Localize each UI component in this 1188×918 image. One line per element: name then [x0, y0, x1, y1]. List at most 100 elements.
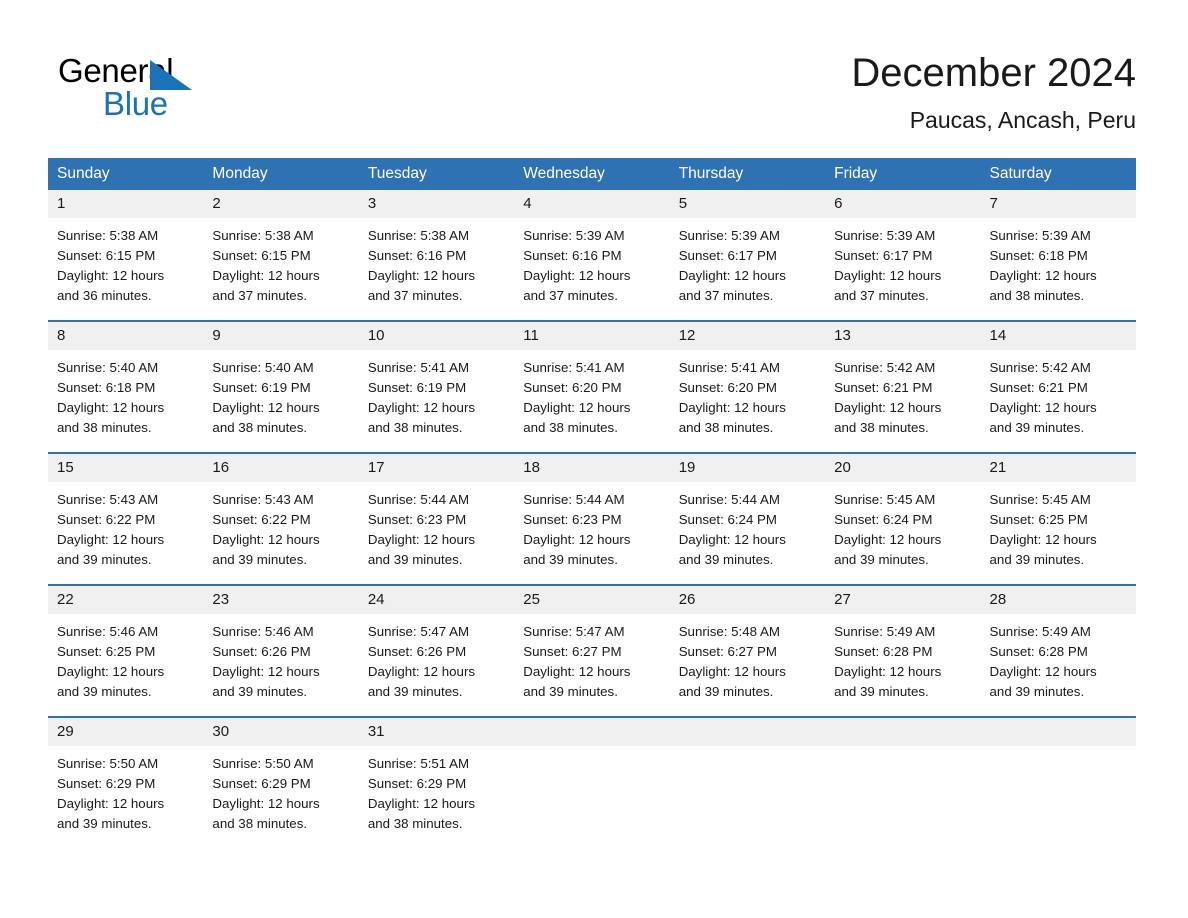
day-number[interactable]: 5 [670, 190, 825, 218]
day-number[interactable]: 25 [514, 586, 669, 614]
day-number[interactable]: 8 [48, 322, 203, 350]
day-number[interactable]: 9 [203, 322, 358, 350]
day-number[interactable]: 12 [670, 322, 825, 350]
daylight-text-line1: Daylight: 12 hours [57, 268, 165, 283]
day-number[interactable]: 11 [514, 322, 669, 350]
day-cell[interactable]: Sunrise: 5:49 AM Sunset: 6:28 PM Dayligh… [981, 614, 1136, 716]
day-cell[interactable]: Sunrise: 5:39 AM Sunset: 6:18 PM Dayligh… [981, 218, 1136, 320]
day-number[interactable]: 4 [514, 190, 669, 218]
day-cell[interactable]: Sunrise: 5:40 AM Sunset: 6:18 PM Dayligh… [48, 350, 203, 452]
sunset-text: Sunset: 6:23 PM [523, 512, 622, 527]
daylight-text-line2: and 39 minutes. [989, 684, 1085, 699]
day-number[interactable]: 18 [514, 454, 669, 482]
day-number[interactable]: 15 [48, 454, 203, 482]
day-number[interactable]: 27 [825, 586, 980, 614]
daylight-text-line1: Daylight: 12 hours [523, 664, 631, 679]
day-number-band: 1 2 3 4 5 6 7 [48, 190, 1136, 218]
daylight-text-line1: Daylight: 12 hours [212, 796, 320, 811]
sunrise-text: Sunrise: 5:50 AM [57, 756, 159, 771]
daylight-text-line2: and 39 minutes. [834, 684, 929, 699]
day-cell[interactable]: Sunrise: 5:40 AM Sunset: 6:19 PM Dayligh… [203, 350, 358, 452]
day-cell[interactable]: Sunrise: 5:43 AM Sunset: 6:22 PM Dayligh… [203, 482, 358, 584]
calendar-grid: Sunday Monday Tuesday Wednesday Thursday… [48, 158, 1136, 848]
day-number[interactable]: 13 [825, 322, 980, 350]
day-number[interactable]: 2 [203, 190, 358, 218]
day-number[interactable]: 16 [203, 454, 358, 482]
day-cell[interactable]: Sunrise: 5:44 AM Sunset: 6:24 PM Dayligh… [670, 482, 825, 584]
day-number[interactable]: 26 [670, 586, 825, 614]
day-number[interactable]: 3 [359, 190, 514, 218]
daylight-text-line1: Daylight: 12 hours [678, 532, 786, 547]
day-cell[interactable]: Sunrise: 5:46 AM Sunset: 6:26 PM Dayligh… [203, 614, 358, 716]
day-cell[interactable]: Sunrise: 5:41 AM Sunset: 6:19 PM Dayligh… [359, 350, 514, 452]
day-cell[interactable]: Sunrise: 5:44 AM Sunset: 6:23 PM Dayligh… [514, 482, 669, 584]
day-cell[interactable]: Sunrise: 5:41 AM Sunset: 6:20 PM Dayligh… [514, 350, 669, 452]
day-number[interactable]: 22 [48, 586, 203, 614]
sunrise-text: Sunrise: 5:40 AM [212, 360, 314, 375]
day-cell[interactable]: Sunrise: 5:45 AM Sunset: 6:25 PM Dayligh… [981, 482, 1136, 584]
day-cell[interactable]: Sunrise: 5:39 AM Sunset: 6:17 PM Dayligh… [825, 218, 980, 320]
day-number[interactable]: 23 [203, 586, 358, 614]
day-number-empty [825, 718, 980, 746]
daylight-text-line2: and 39 minutes. [834, 552, 929, 567]
day-cell[interactable]: Sunrise: 5:47 AM Sunset: 6:26 PM Dayligh… [359, 614, 514, 716]
day-cell[interactable]: Sunrise: 5:44 AM Sunset: 6:23 PM Dayligh… [359, 482, 514, 584]
generalblue-logo[interactable]: General Blue [58, 52, 318, 132]
day-number[interactable]: 29 [48, 718, 203, 746]
sunset-text: Sunset: 6:18 PM [989, 248, 1088, 263]
day-cell[interactable]: Sunrise: 5:41 AM Sunset: 6:20 PM Dayligh… [670, 350, 825, 452]
daylight-text-line2: and 39 minutes. [57, 684, 152, 699]
weekday-header-wednesday: Wednesday [523, 165, 605, 182]
day-cell[interactable]: Sunrise: 5:46 AM Sunset: 6:25 PM Dayligh… [48, 614, 203, 716]
day-cell[interactable]: Sunrise: 5:50 AM Sunset: 6:29 PM Dayligh… [203, 746, 358, 848]
sunset-text: Sunset: 6:24 PM [678, 512, 777, 527]
sunset-text: Sunset: 6:28 PM [834, 644, 933, 659]
day-cell[interactable]: Sunrise: 5:39 AM Sunset: 6:17 PM Dayligh… [670, 218, 825, 320]
sunset-text: Sunset: 6:26 PM [367, 644, 467, 659]
day-number[interactable]: 21 [981, 454, 1136, 482]
day-cell[interactable]: Sunrise: 5:51 AM Sunset: 6:29 PM Dayligh… [359, 746, 514, 848]
daylight-text-line1: Daylight: 12 hours [989, 268, 1097, 283]
day-cell[interactable]: Sunrise: 5:38 AM Sunset: 6:15 PM Dayligh… [203, 218, 358, 320]
daylight-text-line1: Daylight: 12 hours [212, 268, 320, 283]
sunrise-text: Sunrise: 5:51 AM [367, 756, 470, 771]
sunset-text: Sunset: 6:19 PM [212, 380, 311, 395]
sunrise-text: Sunrise: 5:41 AM [367, 360, 470, 375]
sunset-text: Sunset: 6:20 PM [523, 380, 622, 395]
sunrise-text: Sunrise: 5:50 AM [212, 756, 314, 771]
daylight-text-line1: Daylight: 12 hours [367, 268, 476, 283]
day-number[interactable]: 1 [48, 190, 203, 218]
day-cell[interactable]: Sunrise: 5:38 AM Sunset: 6:16 PM Dayligh… [359, 218, 514, 320]
day-cell[interactable]: Sunrise: 5:48 AM Sunset: 6:27 PM Dayligh… [670, 614, 825, 716]
day-number[interactable]: 10 [359, 322, 514, 350]
day-number[interactable]: 20 [825, 454, 980, 482]
day-number[interactable]: 24 [359, 586, 514, 614]
daylight-text-line2: and 37 minutes. [678, 288, 774, 303]
daylight-text-line2: and 38 minutes. [678, 420, 774, 435]
sunset-text: Sunset: 6:16 PM [523, 248, 622, 263]
day-cell-empty [514, 746, 669, 848]
day-number[interactable]: 19 [670, 454, 825, 482]
weekday-header-friday: Friday [834, 165, 878, 182]
day-number[interactable]: 14 [981, 322, 1136, 350]
day-number[interactable]: 28 [981, 586, 1136, 614]
day-cell[interactable]: Sunrise: 5:39 AM Sunset: 6:16 PM Dayligh… [514, 218, 669, 320]
day-cell[interactable]: Sunrise: 5:42 AM Sunset: 6:21 PM Dayligh… [981, 350, 1136, 452]
day-number[interactable]: 7 [981, 190, 1136, 218]
day-cell[interactable]: Sunrise: 5:49 AM Sunset: 6:28 PM Dayligh… [825, 614, 980, 716]
daylight-text-line1: Daylight: 12 hours [57, 664, 165, 679]
day-cell[interactable]: Sunrise: 5:45 AM Sunset: 6:24 PM Dayligh… [825, 482, 980, 584]
day-cell[interactable]: Sunrise: 5:50 AM Sunset: 6:29 PM Dayligh… [48, 746, 203, 848]
day-number[interactable]: 31 [359, 718, 514, 746]
day-number[interactable]: 30 [203, 718, 358, 746]
day-cell[interactable]: Sunrise: 5:47 AM Sunset: 6:27 PM Dayligh… [514, 614, 669, 716]
calendar-week-row: 29 30 31 Sunrise: 5:50 AM Sunset: 6:29 P… [48, 716, 1136, 848]
day-cell[interactable]: Sunrise: 5:43 AM Sunset: 6:22 PM Dayligh… [48, 482, 203, 584]
day-number[interactable]: 6 [825, 190, 980, 218]
sunset-text: Sunset: 6:15 PM [57, 248, 156, 263]
day-cell[interactable]: Sunrise: 5:38 AM Sunset: 6:15 PM Dayligh… [48, 218, 203, 320]
sunrise-text: Sunrise: 5:38 AM [367, 228, 470, 243]
day-number[interactable]: 17 [359, 454, 514, 482]
sunrise-text: Sunrise: 5:42 AM [989, 360, 1091, 375]
day-cell[interactable]: Sunrise: 5:42 AM Sunset: 6:21 PM Dayligh… [825, 350, 980, 452]
